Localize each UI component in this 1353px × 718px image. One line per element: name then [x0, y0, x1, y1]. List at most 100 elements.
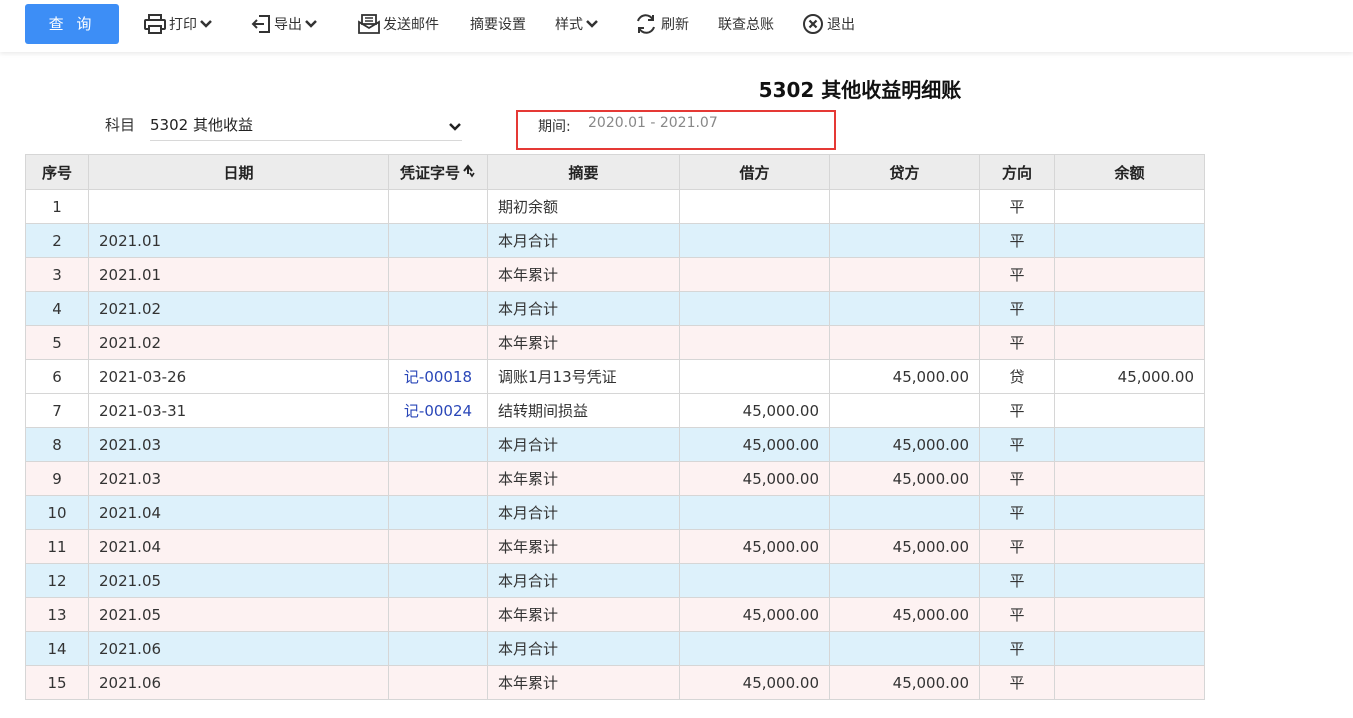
- cell-credit: 45,000.00: [829, 529, 980, 564]
- table-row[interactable]: 10 2021.04 本月合计 平: [25, 495, 1205, 530]
- cell-balance: [1054, 631, 1205, 666]
- cell-balance: [1054, 665, 1205, 700]
- table-row[interactable]: 13 2021.05 本年累计 45,000.00 45,000.00 平: [25, 597, 1205, 632]
- export-button[interactable]: 导出: [251, 12, 317, 36]
- cell-summary: 本年累计: [487, 665, 680, 700]
- cell-seq: 6: [25, 359, 89, 394]
- cell-debit: [679, 291, 830, 326]
- table-row[interactable]: 11 2021.04 本年累计 45,000.00 45,000.00 平: [25, 529, 1205, 564]
- cell-balance: [1054, 597, 1205, 632]
- sort-icon[interactable]: [462, 164, 476, 182]
- table-row[interactable]: 2 2021.01 本月合计 平: [25, 223, 1205, 258]
- summary-settings-label: 摘要设置: [470, 17, 526, 33]
- cell-direction: 平: [979, 461, 1055, 496]
- cell-direction: 贷: [979, 359, 1055, 394]
- cell-direction: 平: [979, 427, 1055, 462]
- style-button[interactable]: 样式: [555, 12, 598, 36]
- cell-direction: 平: [979, 597, 1055, 632]
- cell-voucher: [388, 223, 488, 258]
- print-button[interactable]: 打印: [144, 12, 212, 36]
- cell-seq: 13: [25, 597, 89, 632]
- cell-date: [88, 189, 389, 224]
- cell-direction: 平: [979, 631, 1055, 666]
- cell-voucher: [388, 529, 488, 564]
- cell-debit: 45,000.00: [679, 427, 830, 462]
- refresh-icon: [634, 13, 658, 35]
- cell-date: 2021.06: [88, 665, 389, 700]
- cell-debit: [679, 359, 830, 394]
- table-row[interactable]: 9 2021.03 本年累计 45,000.00 45,000.00 平: [25, 461, 1205, 496]
- cell-direction: 平: [979, 563, 1055, 598]
- col-header-voucher[interactable]: 凭证字号: [388, 154, 488, 190]
- cell-credit: 45,000.00: [829, 427, 980, 462]
- cell-credit: [829, 325, 980, 360]
- period-picker[interactable]: 2020.01 - 2021.07: [588, 115, 718, 131]
- cell-balance: [1054, 257, 1205, 292]
- voucher-link[interactable]: 记-00018: [404, 368, 472, 386]
- cell-voucher: [388, 257, 488, 292]
- cell-balance: [1054, 291, 1205, 326]
- chevron-down-icon: [305, 19, 317, 29]
- voucher-link[interactable]: 记-00024: [404, 402, 472, 420]
- col-header-voucher-label: 凭证字号: [399, 163, 460, 182]
- table-row[interactable]: 1 期初余额 平: [25, 189, 1205, 224]
- cell-seq: 7: [25, 393, 89, 428]
- toolbar: 查 询 打印 导出 发送邮件 摘要设置 样式 刷新 联查总账 退出: [0, 0, 1353, 52]
- cell-debit: 45,000.00: [679, 529, 830, 564]
- subject-value: 5302 其他收益: [150, 116, 253, 134]
- cell-summary: 本月合计: [487, 427, 680, 462]
- cell-date: 2021.05: [88, 563, 389, 598]
- table-row[interactable]: 14 2021.06 本月合计 平: [25, 631, 1205, 666]
- cell-summary: 本月合计: [487, 563, 680, 598]
- col-header-summary: 摘要: [487, 154, 680, 190]
- cell-direction: 平: [979, 325, 1055, 360]
- send-mail-label: 发送邮件: [383, 17, 439, 33]
- cell-credit: 45,000.00: [829, 665, 980, 700]
- export-icon: [251, 14, 271, 34]
- col-header-balance: 余额: [1054, 154, 1205, 190]
- table-row[interactable]: 7 2021-03-31 记-00024 结转期间损益 45,000.00 平: [25, 393, 1205, 428]
- cell-date: 2021.02: [88, 291, 389, 326]
- cell-seq: 12: [25, 563, 89, 598]
- cell-direction: 平: [979, 257, 1055, 292]
- cell-credit: [829, 495, 980, 530]
- refresh-button[interactable]: 刷新: [634, 12, 689, 36]
- cell-balance: [1054, 393, 1205, 428]
- cell-summary: 本年累计: [487, 257, 680, 292]
- query-button[interactable]: 查 询: [25, 4, 119, 44]
- table-row[interactable]: 15 2021.06 本年累计 45,000.00 45,000.00 平: [25, 665, 1205, 700]
- cell-voucher: [388, 291, 488, 326]
- cell-balance: [1054, 427, 1205, 462]
- subject-label: 科目: [105, 116, 136, 134]
- cell-credit: [829, 393, 980, 428]
- cell-date: 2021.04: [88, 529, 389, 564]
- export-label: 导出: [274, 17, 302, 33]
- col-header-seq: 序号: [25, 154, 89, 190]
- cell-voucher: 记-00018: [388, 359, 488, 394]
- send-mail-button[interactable]: 发送邮件: [358, 12, 439, 36]
- col-header-credit: 贷方: [829, 154, 980, 190]
- table-row[interactable]: 12 2021.05 本月合计 平: [25, 563, 1205, 598]
- cell-seq: 4: [25, 291, 89, 326]
- table-row[interactable]: 8 2021.03 本月合计 45,000.00 45,000.00 平: [25, 427, 1205, 462]
- period-label: 期间:: [538, 119, 571, 135]
- linked-ledger-button[interactable]: 联查总账: [718, 12, 774, 36]
- table-row[interactable]: 3 2021.01 本年累计 平: [25, 257, 1205, 292]
- subject-select[interactable]: 5302 其他收益: [150, 108, 462, 141]
- col-header-direction: 方向: [979, 154, 1055, 190]
- cell-voucher: 记-00024: [388, 393, 488, 428]
- summary-settings-button[interactable]: 摘要设置: [470, 12, 526, 36]
- cell-debit: 45,000.00: [679, 461, 830, 496]
- cell-debit: [679, 223, 830, 258]
- cell-debit: 45,000.00: [679, 393, 830, 428]
- cell-date: 2021.01: [88, 223, 389, 258]
- chevron-down-icon: [448, 117, 462, 136]
- cell-date: 2021.01: [88, 257, 389, 292]
- exit-button[interactable]: 退出: [802, 12, 855, 36]
- table-row[interactable]: 6 2021-03-26 记-00018 调账1月13号凭证 45,000.00 贷 45,…: [25, 359, 1205, 394]
- cell-date: 2021.05: [88, 597, 389, 632]
- cell-direction: 平: [979, 393, 1055, 428]
- cell-balance: [1054, 189, 1205, 224]
- table-row[interactable]: 4 2021.02 本月合计 平: [25, 291, 1205, 326]
- table-row[interactable]: 5 2021.02 本年累计 平: [25, 325, 1205, 360]
